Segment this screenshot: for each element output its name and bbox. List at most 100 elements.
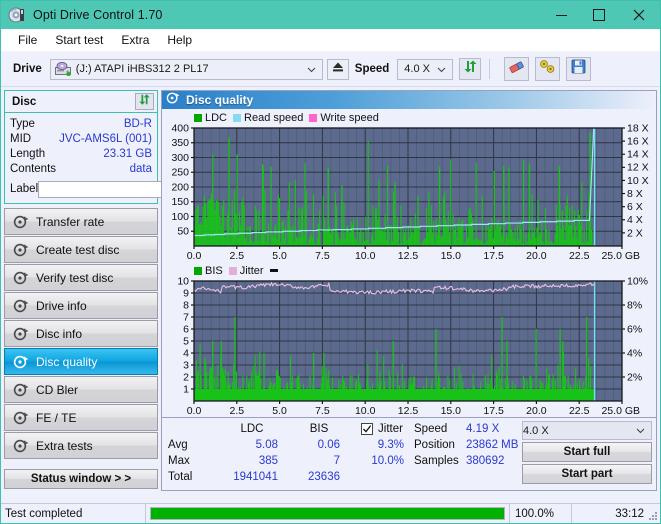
disc-row-length: Length 23.31 GB bbox=[10, 146, 152, 161]
svg-text:150: 150 bbox=[171, 196, 189, 208]
app-window: Opti Drive Control 1.70 File Start test … bbox=[0, 0, 661, 524]
stats-panel: LDC BIS Jitter Avg 5.08 0.06 9.3% Max 38… bbox=[162, 417, 656, 490]
svg-text:22.5: 22.5 bbox=[569, 405, 590, 417]
disc-label-key: Label bbox=[10, 183, 39, 195]
legend-swatch-read-speed bbox=[233, 113, 242, 122]
svg-text:7: 7 bbox=[183, 311, 189, 323]
stats-avg-ldc: 5.08 bbox=[255, 439, 278, 451]
stats-speed-row: Speed 4.19 X bbox=[414, 421, 522, 437]
speed-select[interactable]: 4.0 X bbox=[397, 58, 454, 80]
drive-select[interactable]: (J:) ATAPI iHBS312 2 PL17 bbox=[49, 58, 323, 80]
sidebar-item-fe-te[interactable]: FE / TE bbox=[4, 404, 158, 431]
stats-total-jitter bbox=[350, 469, 414, 485]
toolbar-separator bbox=[489, 59, 491, 79]
menu-item-extra[interactable]: Extra bbox=[112, 31, 158, 49]
status-window-button[interactable]: Status window > > bbox=[4, 469, 158, 489]
disc-panel: Disc Type BD-R MID JVC-AMS6L (001) Lengt… bbox=[4, 90, 206, 204]
menu-item-help[interactable]: Help bbox=[158, 31, 201, 49]
stats-position-value: 23862 MB bbox=[466, 439, 519, 451]
sidebar-item-create-test-disc[interactable]: Create test disc bbox=[4, 236, 158, 263]
ldc-chart-legend: LDC Read speed Write speed bbox=[164, 111, 654, 124]
svg-text:10.0: 10.0 bbox=[355, 405, 376, 417]
svg-text:17.5: 17.5 bbox=[483, 405, 504, 417]
svg-text:25.0 GB: 25.0 GB bbox=[601, 250, 640, 262]
test-speed-select[interactable]: 4.0 X bbox=[522, 421, 652, 440]
svg-text:14 X: 14 X bbox=[627, 149, 649, 161]
minimize-icon bbox=[555, 14, 567, 16]
ldc-plot: 501001502002503003504002 X4 X6 X8 X10 X1… bbox=[171, 124, 649, 262]
sidebar-item-disc-info[interactable]: Disc info bbox=[4, 320, 158, 347]
svg-text:6 X: 6 X bbox=[627, 201, 643, 213]
disc-refresh-button[interactable] bbox=[135, 93, 154, 110]
sidebar-item-cd-bler[interactable]: CD Bler bbox=[4, 376, 158, 403]
menu-item-file[interactable]: File bbox=[9, 31, 46, 49]
legend-label: BIS bbox=[205, 264, 223, 277]
disc-panel-title: Disc bbox=[12, 95, 37, 108]
maximize-button[interactable] bbox=[580, 1, 618, 29]
toolbar: Drive (J:) ATAPI iHBS312 2 PL17 Speed 4.… bbox=[1, 52, 660, 87]
svg-text:10: 10 bbox=[177, 277, 189, 287]
svg-text:6: 6 bbox=[183, 323, 189, 335]
sidebar-item-disc-quality[interactable]: Disc quality bbox=[4, 348, 158, 375]
wrench-icon bbox=[539, 59, 556, 79]
stats-max-bis: 7 bbox=[333, 455, 340, 467]
close-button[interactable] bbox=[618, 1, 660, 29]
svg-text:7.5: 7.5 bbox=[315, 405, 330, 417]
legend-entry-jitter: Jitter bbox=[228, 264, 264, 277]
save-button[interactable] bbox=[566, 57, 592, 81]
eject-button[interactable] bbox=[326, 58, 349, 80]
settings-button[interactable] bbox=[535, 57, 561, 81]
disc-panel-header: Disc bbox=[5, 91, 157, 113]
speed-label: Speed bbox=[354, 63, 390, 75]
sidebar-item-label: Extra tests bbox=[36, 438, 93, 453]
sidebar-item-drive-info[interactable]: Drive info bbox=[4, 292, 158, 319]
svg-text:6%: 6% bbox=[627, 323, 642, 335]
stats-row-label: Avg bbox=[168, 439, 188, 451]
svg-text:100: 100 bbox=[171, 211, 189, 223]
stats-samples-label: Samples bbox=[414, 455, 459, 467]
legend-label: Jitter bbox=[239, 264, 264, 277]
svg-text:350: 350 bbox=[171, 137, 189, 149]
chevron-down-icon bbox=[636, 426, 645, 435]
sidebar-item-verify-test-disc[interactable]: Verify test disc bbox=[4, 264, 158, 291]
disc-label-row: Label bbox=[10, 179, 206, 199]
svg-text:7.5: 7.5 bbox=[315, 250, 330, 262]
svg-text:12 X: 12 X bbox=[627, 162, 649, 174]
resize-grip-icon[interactable] bbox=[646, 509, 658, 521]
svg-text:250: 250 bbox=[171, 167, 189, 179]
svg-text:5.0: 5.0 bbox=[272, 405, 287, 417]
erase-button[interactable] bbox=[504, 57, 530, 81]
svg-text:18 X: 18 X bbox=[627, 124, 649, 134]
disc-row-mid: MID JVC-AMS6L (001) bbox=[10, 131, 152, 146]
svg-text:1: 1 bbox=[183, 383, 189, 395]
legend-swatch-ldc bbox=[194, 113, 202, 122]
sidebar-item-extra-tests[interactable]: Extra tests bbox=[4, 432, 158, 459]
maximize-icon bbox=[593, 9, 605, 21]
svg-text:4%: 4% bbox=[627, 347, 642, 359]
svg-text:9: 9 bbox=[183, 287, 189, 299]
sidebar-item-transfer-rate[interactable]: Transfer rate bbox=[4, 208, 158, 235]
stats-speed-value: 4.19 X bbox=[466, 423, 500, 435]
svg-text:300: 300 bbox=[171, 152, 189, 164]
legend-label: Write speed bbox=[320, 111, 379, 124]
svg-text:2 X: 2 X bbox=[627, 227, 643, 239]
disc-info-rows: Type BD-R MID JVC-AMS6L (001) Length 23.… bbox=[5, 113, 206, 203]
stats-grid: LDC BIS Jitter Avg 5.08 0.06 9.3% Max 38… bbox=[164, 421, 414, 485]
svg-text:2.5: 2.5 bbox=[229, 250, 244, 262]
title-bar: Opti Drive Control 1.70 bbox=[1, 1, 660, 29]
start-part-button[interactable]: Start part bbox=[522, 464, 652, 484]
svg-text:10.0: 10.0 bbox=[355, 250, 376, 262]
start-full-button[interactable]: Start full bbox=[522, 442, 652, 462]
disc-test-icon bbox=[13, 354, 29, 370]
menu-item-start-test[interactable]: Start test bbox=[46, 31, 112, 49]
svg-text:15.0: 15.0 bbox=[441, 250, 462, 262]
sidebar-item-label: Transfer rate bbox=[36, 214, 105, 229]
stats-header-bis: BIS bbox=[309, 423, 329, 435]
sidebar-item-label: FE / TE bbox=[36, 410, 77, 425]
test-speed-value: 4.0 X bbox=[523, 424, 549, 437]
jitter-checkbox[interactable] bbox=[361, 423, 374, 435]
svg-text:3: 3 bbox=[183, 359, 189, 371]
refresh-button[interactable] bbox=[459, 58, 482, 80]
minimize-button[interactable] bbox=[542, 1, 580, 29]
